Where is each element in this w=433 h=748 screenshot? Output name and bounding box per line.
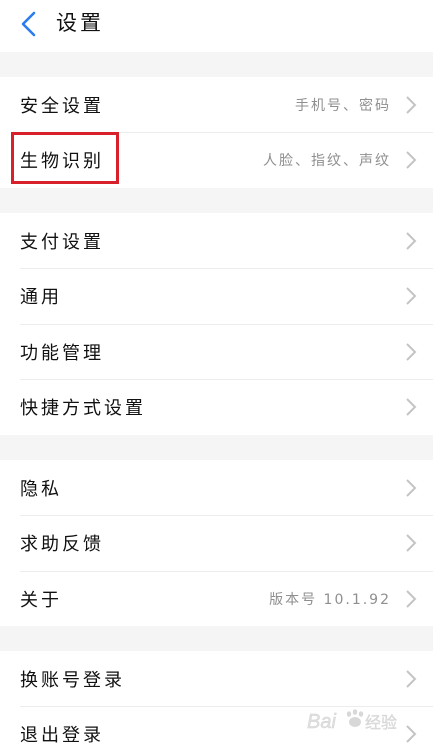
svg-text:经验: 经验 [365,714,397,732]
settings-item-value: 手机号、密码 [295,98,391,114]
chevron-right-icon [406,534,417,552]
highlight-annotation-box [11,132,119,184]
settings-item-label: 求助反馈 [20,534,104,555]
settings-item-label: 功能管理 [20,343,104,364]
settings-group-general: 支付设置 通用 功能管理 快捷方式设置 [0,213,433,435]
settings-item-features[interactable]: 功能管理 [0,324,433,380]
top-bar: 设置 [0,0,433,52]
settings-item-general[interactable]: 通用 [0,268,433,324]
back-arrow-icon[interactable] [18,11,42,37]
settings-item-label: 安全设置 [20,96,104,117]
chevron-right-icon [406,96,417,114]
svg-text:Bai: Bai [307,711,336,733]
settings-item-label: 退出登录 [20,725,104,746]
settings-item-security[interactable]: 安全设置 手机号、密码 [0,77,433,133]
chevron-right-icon [406,232,417,250]
settings-item-label: 关于 [20,590,62,611]
chevron-right-icon [406,398,417,416]
chevron-right-icon [406,590,417,608]
settings-item-shortcuts[interactable]: 快捷方式设置 [0,379,433,435]
settings-item-privacy[interactable]: 隐私 [0,460,433,516]
page-title: 设置 [56,11,104,35]
settings-item-payment[interactable]: 支付设置 [0,213,433,269]
settings-item-value: 人脸、指纹、声纹 [263,153,391,169]
settings-item-label: 快捷方式设置 [20,398,146,419]
chevron-right-icon [406,670,417,688]
chevron-right-icon [406,343,417,361]
chevron-right-icon [406,151,417,169]
settings-item-switch-account[interactable]: 换账号登录 [0,651,433,707]
settings-item-help-feedback[interactable]: 求助反馈 [0,515,433,571]
settings-item-label: 换账号登录 [20,670,125,691]
settings-group-about: 隐私 求助反馈 关于 版本号 10.1.92 [0,460,433,626]
chevron-right-icon [406,287,417,305]
settings-item-label: 支付设置 [20,232,104,253]
chevron-right-icon [406,479,417,497]
baidu-watermark-logo: Bai 经验 [307,709,397,733]
settings-item-value: 版本号 10.1.92 [269,592,391,608]
settings-item-about[interactable]: 关于 版本号 10.1.92 [0,571,433,627]
settings-item-label: 通用 [20,287,62,308]
settings-item-label: 隐私 [20,479,62,500]
